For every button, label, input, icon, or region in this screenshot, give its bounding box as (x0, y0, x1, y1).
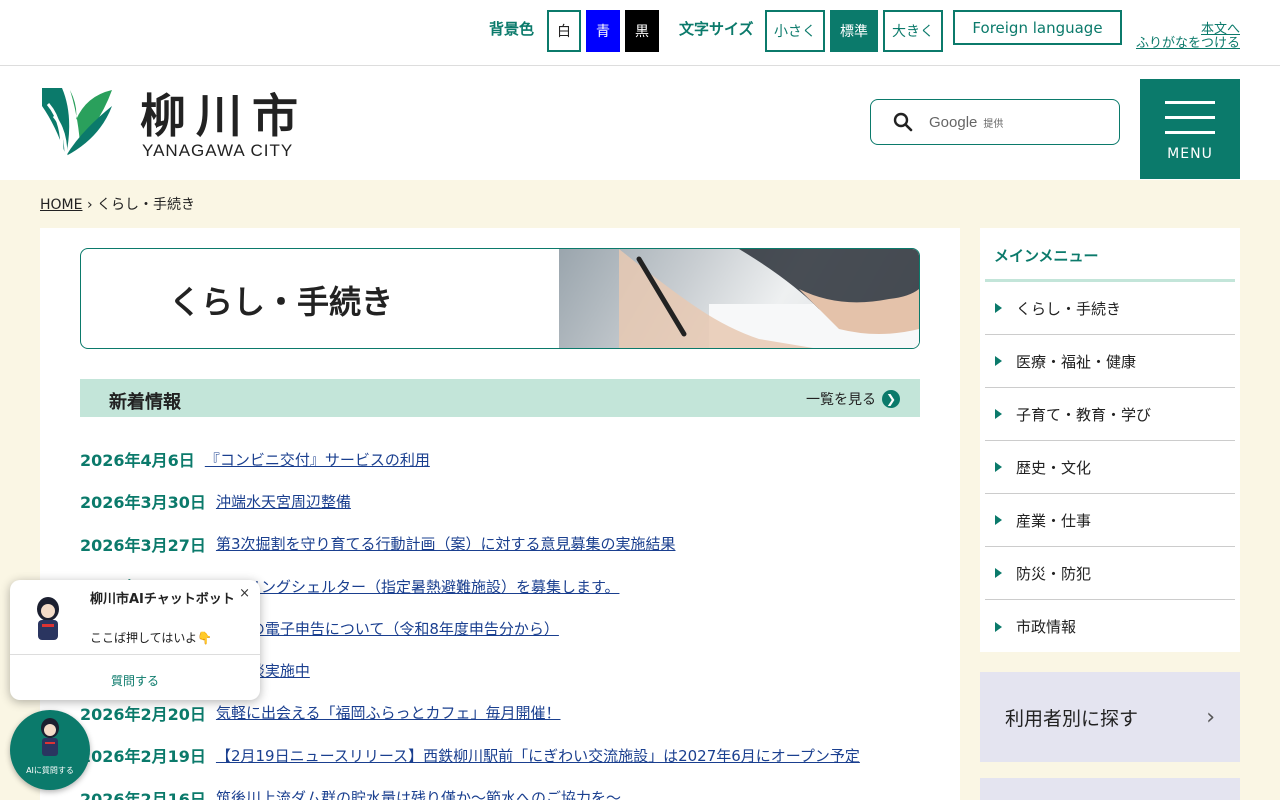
search-by-user-label: 利用者別に探す (1005, 707, 1139, 730)
site-header: 柳川市 YANAGAWA CITY Google 提供 MENU (0, 66, 1280, 180)
font-small-button[interactable]: 小さく (765, 10, 825, 52)
main-content: くらし・手続き 新着情報 一覧を見る ❯ 2026年4月6日 『コンビニ交付』サー… (40, 228, 960, 800)
breadcrumb-home-link[interactable]: HOME (40, 197, 82, 213)
chatbot-character-icon (41, 718, 59, 756)
sidebar-item-label: くらし・手続き (1016, 299, 1122, 318)
chatbot-launcher-label: AIに質問する (26, 766, 74, 775)
sidebar-item-label: 子育て・教育・学び (1016, 405, 1152, 424)
news-date: 2026年2月16日 (80, 789, 206, 800)
sidebar-item[interactable]: くらし・手続き (985, 282, 1235, 335)
view-all-label: 一覧を見る (806, 392, 876, 408)
chevron-right-icon: ❯ (882, 390, 900, 408)
chatbot-popup: 柳川市AIチャットボット ここば押してはいよ👇 × 質問する (10, 580, 260, 700)
page-title: くらし・手続き (169, 283, 394, 321)
hamburger-icon-bar (1165, 116, 1215, 119)
news-heading: 新着情報 (109, 392, 181, 413)
news-link[interactable]: 【2月19日ニュースリリース】西鉄柳川駅前「にぎわい交流施設」は2027年6月に… (216, 745, 860, 766)
utility-bar: 背景色 白 青 黒 文字サイズ 小さく 標準 大きく Foreign langu… (0, 0, 1280, 66)
news-item: 2026年2月19日 【2月19日ニュースリリース】西鉄柳川駅前「にぎわい交流施設… (80, 734, 920, 776)
sidebar-item[interactable]: 子育て・教育・学び (985, 388, 1235, 441)
sidebar-main-menu: メインメニュー くらし・手続き 医療・福祉・健康 子育て・教育・学び 歴史・文化産業・… (980, 228, 1240, 652)
hamburger-icon-bar (1165, 131, 1215, 134)
menu-label: MENU (1167, 146, 1213, 162)
news-date: 2026年2月20日 (80, 704, 206, 724)
news-link[interactable]: 筑後川上流ダム群の貯水量は残り僅か～節水へのご協力を～ (216, 787, 621, 800)
city-name-japanese[interactable]: 柳川市 (140, 80, 308, 146)
sidebar-item-label: 市政情報 (1016, 618, 1077, 636)
close-icon[interactable]: × (239, 586, 250, 601)
news-link[interactable]: 沖端水天宮周辺整備 (216, 491, 351, 512)
sidebar-heading: メインメニュー (985, 228, 1235, 282)
triangle-right-icon (995, 409, 1002, 419)
sidebar-item-label: 医療・福祉・健康 (1016, 352, 1137, 371)
triangle-right-icon (995, 515, 1002, 525)
sidebar-item[interactable]: 産業・仕事 (985, 494, 1235, 547)
chevron-right-icon: › (1206, 705, 1215, 730)
chatbot-character-icon (37, 597, 59, 640)
city-logo-icon[interactable] (40, 86, 114, 158)
hamburger-icon (1165, 101, 1215, 104)
triangle-right-icon (995, 621, 1002, 632)
triangle-right-icon (995, 356, 1002, 366)
page-title-banner: くらし・手続き (80, 248, 920, 349)
news-date: 2026年3月27日 (80, 535, 206, 555)
news-item: 2026年4月6日 『コンビニ交付』サービスの利用 (80, 438, 920, 480)
triangle-right-icon (995, 568, 1002, 578)
news-item: 2026年2月16日 筑後川上流ダム群の貯水量は残り僅か～節水へのご協力を～ (80, 776, 920, 800)
foreign-language-button[interactable]: Foreign language (953, 10, 1122, 45)
triangle-right-icon (995, 303, 1002, 313)
news-link[interactable]: クーリングシェルター（指定暑熱避難施設）を募集します。 (216, 576, 620, 597)
news-date: 2026年3月30日 (80, 493, 206, 513)
news-link[interactable]: 『コンビニ交付』サービスの利用 (205, 449, 430, 470)
bg-white-button[interactable]: 白 (547, 10, 581, 52)
background-color-label: 背景色 (489, 20, 535, 38)
signing-document-photo (559, 249, 919, 348)
font-size-label: 文字サイズ (679, 20, 754, 38)
bg-blue-button[interactable]: 青 (586, 10, 620, 52)
search-by-user-button[interactable]: 利用者別に探す › (980, 672, 1240, 762)
chatbot-prompt: ここば押してはいよ👇 (90, 631, 213, 645)
news-item: 2026年3月30日 沖端水天宮周辺整備 (80, 480, 920, 522)
chatbot-name: 柳川市AIチャットボット (90, 592, 235, 607)
font-large-button[interactable]: 大きく (883, 10, 943, 52)
search-icon[interactable] (893, 112, 913, 132)
font-normal-button[interactable]: 標準 (830, 10, 878, 52)
sidebar-item-label: 歴史・文化 (1016, 458, 1092, 477)
furigana-link[interactable]: ふりがなをつける (1136, 32, 1240, 51)
site-search-input[interactable]: Google 提供 (870, 99, 1120, 145)
breadcrumb-current: くらし・手続き (97, 197, 195, 213)
news-link[interactable]: 第3次掘割を守り育てる行動計画（案）に対する意見募集の実施結果 (216, 533, 676, 554)
sidebar-item[interactable]: 市政情報 (985, 600, 1235, 653)
breadcrumb-separator: › (86, 197, 93, 213)
sidebar-next-panel (980, 778, 1240, 800)
chatbot-launcher-button[interactable]: AIに質問する (10, 710, 90, 790)
bg-black-button[interactable]: 黒 (625, 10, 659, 52)
sidebar-item-label: 産業・仕事 (1016, 511, 1092, 530)
triangle-right-icon (995, 462, 1002, 472)
news-link[interactable]: 気軽に出会える「福岡ふらっとカフェ」毎月開催！ (216, 702, 561, 723)
news-view-all-link[interactable]: 一覧を見る ❯ (806, 389, 900, 409)
breadcrumb: HOME › くらし・手続き (40, 194, 195, 214)
city-name-english: YANAGAWA CITY (142, 141, 294, 160)
news-item: 2026年3月27日 第3次掘割を守り育てる行動計画（案）に対する意見募集の実施結… (80, 523, 920, 565)
news-section-header: 新着情報 一覧を見る ❯ (80, 379, 920, 417)
news-date: 2026年2月19日 (80, 747, 206, 767)
sidebar-item[interactable]: 防災・防犯 (985, 547, 1235, 600)
search-provided-text: 提供 (983, 118, 1004, 130)
news-date: 2026年4月6日 (80, 451, 195, 471)
chatbot-ask-button[interactable]: 質問する (10, 672, 260, 689)
sidebar-item[interactable]: 歴史・文化 (985, 441, 1235, 494)
google-brand-text: Google (929, 113, 978, 131)
global-menu-button[interactable]: MENU (1140, 79, 1240, 179)
sidebar-item[interactable]: 医療・福祉・健康 (985, 335, 1235, 388)
sidebar-item-label: 防災・防犯 (1016, 564, 1092, 583)
